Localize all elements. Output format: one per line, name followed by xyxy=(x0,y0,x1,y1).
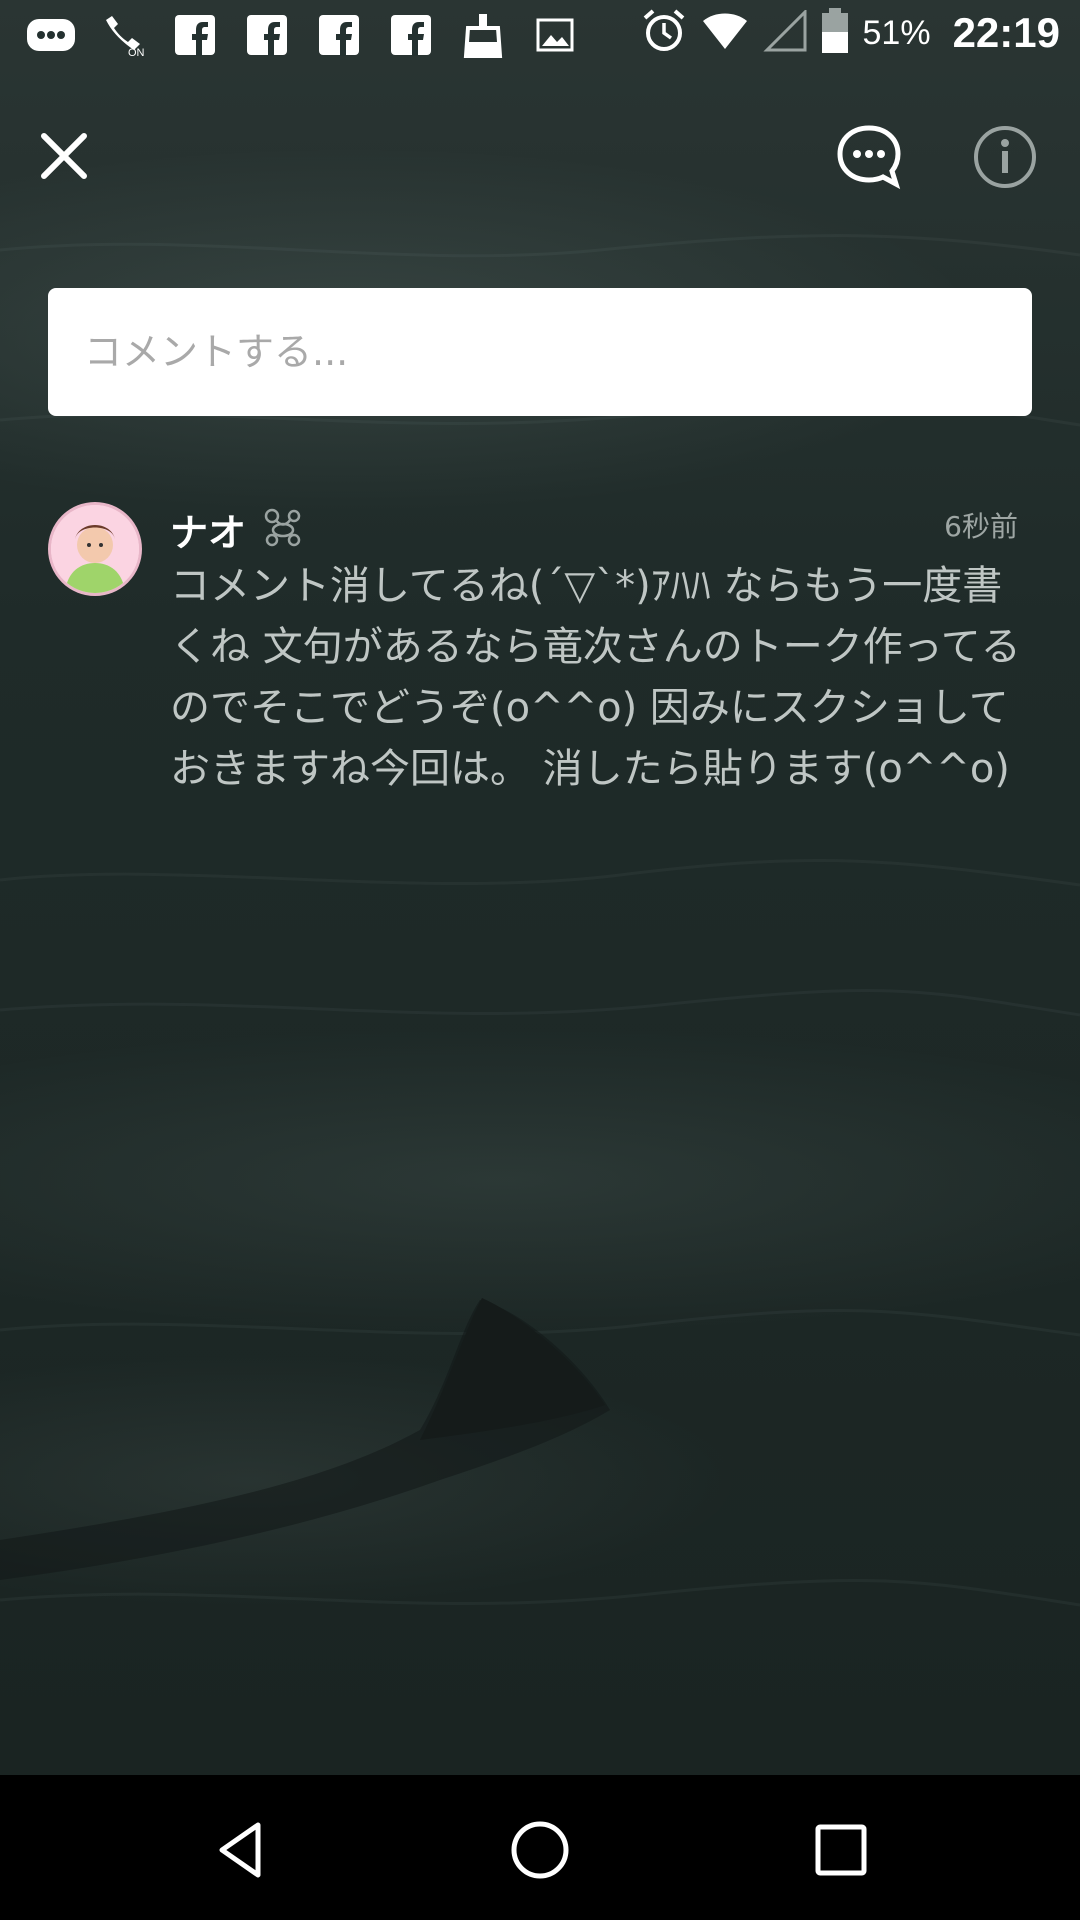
home-button[interactable] xyxy=(505,1815,575,1885)
recents-icon xyxy=(815,1824,867,1876)
wifi-calling-icon: ON xyxy=(98,10,148,60)
battery-percent: 51% xyxy=(862,13,931,52)
back-icon xyxy=(219,1822,261,1878)
navigation-bar xyxy=(0,1775,1080,1920)
cleaner-icon xyxy=(458,10,508,60)
clock: 22:19 xyxy=(952,9,1060,56)
facebook-icon xyxy=(386,10,436,60)
more-dots-icon xyxy=(26,10,76,60)
wifi-icon xyxy=(701,11,749,55)
close-icon xyxy=(41,133,87,179)
status-bar: ON 51% 22:19 xyxy=(0,0,1080,72)
signal-icon xyxy=(762,8,807,56)
chat-bubble-icon xyxy=(837,125,901,190)
home-icon xyxy=(511,1821,569,1879)
image-icon xyxy=(530,10,580,60)
recents-button[interactable] xyxy=(806,1815,876,1885)
chat-button[interactable] xyxy=(834,122,904,192)
poodle-icon xyxy=(262,506,304,548)
info-icon xyxy=(974,126,1036,188)
close-button[interactable] xyxy=(34,126,94,186)
facebook-icon xyxy=(314,10,364,60)
comment-input[interactable] xyxy=(48,288,1032,416)
info-button[interactable] xyxy=(972,124,1038,190)
comment-timestamp: 6秒前 xyxy=(944,510,1018,543)
alarm-icon xyxy=(641,8,687,58)
avatar[interactable] xyxy=(48,502,142,596)
svg-text:ON: ON xyxy=(128,47,145,58)
facebook-icon xyxy=(242,10,292,60)
back-button[interactable] xyxy=(206,1815,276,1885)
background-image xyxy=(0,0,1080,1775)
comment-text: コメント消してるね(´▽`*)ｱﾊﾊ ならもう一度書くね 文句があるなら竜次さん… xyxy=(170,563,1021,792)
comment-username[interactable]: ナオ xyxy=(170,502,246,557)
facebook-icon xyxy=(170,10,220,60)
battery-icon xyxy=(821,8,849,58)
